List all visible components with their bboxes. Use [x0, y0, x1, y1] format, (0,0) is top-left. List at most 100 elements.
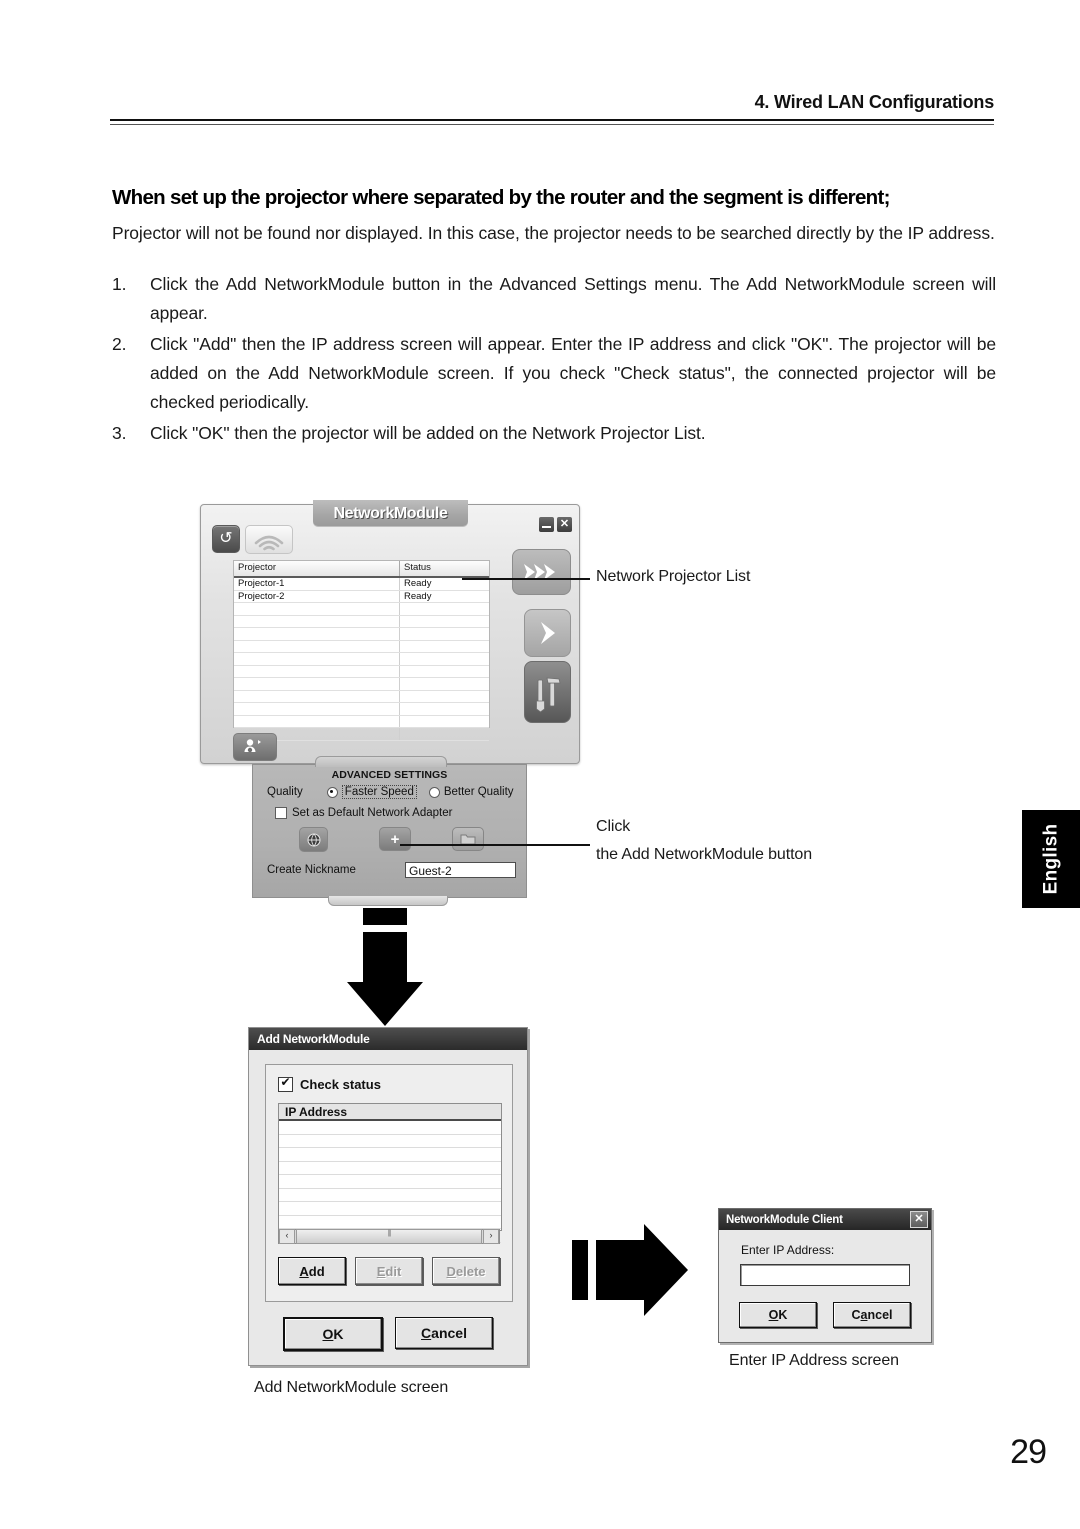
- table-row[interactable]: Projector-1 Ready: [234, 578, 489, 591]
- next-button[interactable]: [524, 609, 571, 657]
- table-row-empty[interactable]: [234, 615, 489, 628]
- scrollbar-thumb[interactable]: [296, 1228, 482, 1244]
- cell-projector: Projector-2: [234, 590, 400, 602]
- close-icon[interactable]: ✕: [910, 1211, 928, 1228]
- table-row-empty[interactable]: [234, 665, 489, 678]
- step-text: Click the Add NetworkModule button in th…: [150, 273, 996, 323]
- delete-button[interactable]: Delete: [432, 1257, 500, 1285]
- steps-list: 1. Click the Add NetworkModule button in…: [112, 270, 996, 448]
- table-row-empty[interactable]: [234, 715, 489, 728]
- table-row-empty[interactable]: [234, 603, 489, 616]
- radio-label-better-quality[interactable]: Better Quality: [444, 786, 514, 798]
- default-adapter-row[interactable]: Set as Default Network Adapter: [275, 807, 452, 819]
- default-adapter-label: Set as Default Network Adapter: [292, 807, 453, 819]
- add-button[interactable]: Add: [278, 1257, 346, 1285]
- list-item-empty[interactable]: [279, 1189, 501, 1202]
- client-cancel-button[interactable]: Ca ncel: [833, 1302, 911, 1328]
- radio-faster-speed[interactable]: [326, 786, 338, 798]
- tools-button[interactable]: [524, 661, 571, 723]
- panel-tab-notch: [315, 756, 447, 767]
- caption-enter-ip-address-screen: Enter IP Address screen: [729, 1352, 899, 1369]
- table-row[interactable]: Projector-2 Ready: [234, 590, 489, 603]
- arrow-down-icon: [347, 908, 423, 1026]
- table-row-empty[interactable]: [234, 653, 489, 666]
- minimize-button[interactable]: [539, 517, 554, 532]
- dialog-group-box: Check status IP Address ‹ › Add Edit: [265, 1064, 513, 1302]
- chevron-right-icon: [540, 622, 555, 644]
- intro-paragraph: Projector will not be found nor displaye…: [112, 222, 995, 243]
- table-header-row: Projector Status: [234, 561, 489, 578]
- close-button[interactable]: ✕: [557, 517, 572, 532]
- table-row-empty[interactable]: [234, 703, 489, 716]
- check-status-row[interactable]: Check status: [278, 1075, 381, 1092]
- ok-button[interactable]: OK: [283, 1317, 383, 1351]
- tools-icon: [535, 677, 561, 713]
- list-item-empty[interactable]: [279, 1162, 501, 1175]
- language-tab: English: [1022, 810, 1080, 908]
- client-dialog-titlebar[interactable]: NetworkModule Client ✕: [719, 1209, 931, 1230]
- checkbox-check-status[interactable]: [278, 1075, 293, 1092]
- wifi-icon-button[interactable]: [245, 525, 293, 554]
- radio-label-faster-speed[interactable]: Faster Speed: [341, 785, 417, 799]
- nickname-input[interactable]: Guest-2: [405, 862, 516, 878]
- cell-status: Ready: [404, 590, 432, 602]
- step-text: Click "OK" then the projector will be ad…: [150, 422, 706, 443]
- networkmodule-title-plate: NetworkModule: [313, 500, 468, 527]
- fast-forward-button[interactable]: [512, 549, 571, 595]
- refresh-icon: ↺: [219, 530, 233, 547]
- callout-line-projector-list: [462, 578, 590, 580]
- check-status-label: Check status: [300, 1077, 381, 1092]
- callout-click-line-2: the Add NetworkModule button: [596, 846, 813, 863]
- globe-icon: [307, 833, 320, 847]
- scroll-right-arrow[interactable]: ›: [483, 1229, 499, 1244]
- table-row-empty[interactable]: [234, 678, 489, 691]
- list-item-empty[interactable]: [279, 1135, 501, 1148]
- list-item-empty[interactable]: [279, 1148, 501, 1162]
- panel-bottom-tab: [328, 896, 448, 906]
- list-item-empty[interactable]: [279, 1175, 501, 1189]
- folder-button[interactable]: [452, 827, 484, 851]
- list-item-empty[interactable]: [279, 1216, 501, 1229]
- add-networkmodule-button[interactable]: +: [379, 827, 411, 851]
- section-heading: When set up the projector where separate…: [112, 186, 890, 209]
- page-header: 4. Wired LAN Configurations: [110, 92, 995, 113]
- main-content: When set up the projector where separate…: [112, 185, 996, 450]
- globe-button[interactable]: [299, 827, 328, 852]
- page-number: 29: [1010, 1433, 1047, 1471]
- cancel-button[interactable]: Cancel: [395, 1317, 493, 1349]
- language-tab-label: English: [1040, 823, 1061, 895]
- ip-address-list[interactable]: IP Address: [278, 1103, 502, 1243]
- caption-add-networkmodule-screen: Add NetworkModule screen: [254, 1379, 449, 1396]
- table-row-empty[interactable]: [234, 690, 489, 703]
- scroll-left-arrow[interactable]: ‹: [279, 1229, 295, 1244]
- advanced-icon-row: +: [253, 827, 526, 857]
- list-item-empty[interactable]: [279, 1121, 501, 1135]
- client-ok-button[interactable]: OK: [739, 1302, 817, 1328]
- refresh-icon-button[interactable]: ↺: [212, 525, 240, 553]
- table-row-empty[interactable]: [234, 628, 489, 641]
- list-action-buttons: Add Edit Delete: [278, 1257, 500, 1285]
- radio-better-quality[interactable]: [428, 786, 440, 798]
- dialog-action-buttons: OK Cancel: [283, 1317, 493, 1351]
- column-header-status: Status: [404, 562, 431, 573]
- cell-status: Ready: [404, 578, 432, 589]
- edit-button[interactable]: Edit: [355, 1257, 423, 1285]
- network-projector-list[interactable]: Projector Status Projector-1 Ready Proje…: [233, 560, 490, 741]
- checkbox-default-adapter[interactable]: [275, 807, 287, 819]
- list-item-empty[interactable]: [279, 1202, 501, 1216]
- quality-row: Quality Faster Speed Better Quality: [267, 785, 520, 799]
- networkmodule-client-dialog: NetworkModule Client ✕ Enter IP Address:…: [718, 1208, 932, 1343]
- horizontal-scrollbar[interactable]: ‹ ›: [278, 1228, 500, 1244]
- client-dialog-buttons: OK Ca ncel: [739, 1302, 911, 1328]
- user-presenter-button[interactable]: [233, 733, 277, 761]
- nickname-label: Create Nickname: [267, 864, 356, 876]
- advanced-settings-panel: ADVANCED SETTINGS Quality Faster Speed B…: [252, 756, 527, 906]
- enter-ip-label: Enter IP Address:: [741, 1243, 835, 1257]
- callout-network-projector-list: Network Projector List: [596, 568, 751, 585]
- table-row-empty[interactable]: [234, 640, 489, 653]
- ip-address-input[interactable]: [740, 1264, 910, 1286]
- step-text: Click "Add" then the IP address screen w…: [150, 333, 996, 412]
- ip-address-column-header: IP Address: [279, 1104, 501, 1121]
- advanced-settings-title: ADVANCED SETTINGS: [331, 769, 448, 781]
- dialog-titlebar[interactable]: Add NetworkModule: [249, 1028, 527, 1050]
